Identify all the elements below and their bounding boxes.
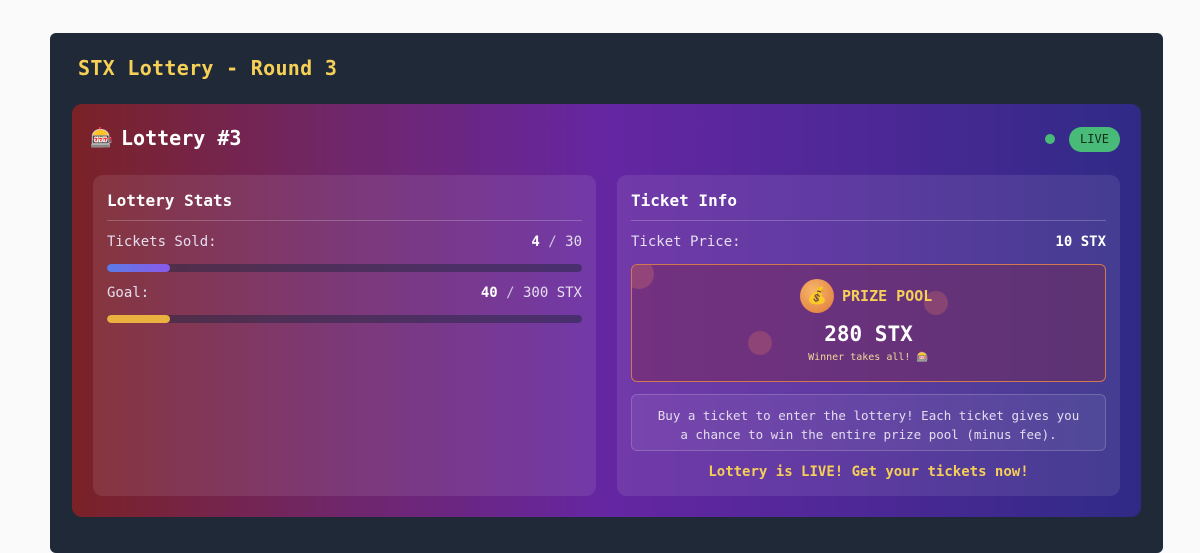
slot-machine-icon: 🎰	[90, 127, 114, 149]
lottery-app: STX Lottery - Round 3 🎰 Lottery #3 LIVE …	[50, 33, 1163, 553]
money-bag-icon: 💰	[800, 279, 834, 313]
stats-title: Lottery Stats	[107, 191, 233, 210]
lottery-info-text: Buy a ticket to enter the lottery! Each …	[631, 394, 1106, 451]
tickets-sold-label: Tickets Sold:	[107, 234, 217, 250]
tickets-sold-count: 4	[531, 234, 540, 250]
lottery-stats-panel: Lottery Stats Tickets Sold: 4 / 30 Goal:…	[93, 175, 596, 496]
lottery-title: Lottery #3	[121, 126, 242, 150]
goal-total: 300 STX	[522, 285, 582, 301]
prize-pool-amount: 280 STX	[824, 322, 913, 346]
divider	[107, 220, 582, 221]
goal-progress-fill	[107, 315, 171, 323]
goal-label: Goal:	[107, 285, 150, 301]
prize-pool-label: PRIZE POOL	[842, 287, 933, 305]
ticket-price-label: Ticket Price:	[631, 234, 741, 250]
divider	[631, 220, 1106, 221]
page-title: STX Lottery - Round 3	[78, 56, 338, 80]
tickets-total: 30	[565, 234, 582, 250]
tickets-sold-row: Tickets Sold: 4 / 30	[107, 234, 582, 250]
goal-row: Goal: 40 / 300 STX	[107, 285, 582, 301]
goal-separator: /	[506, 285, 515, 301]
ticket-price-value: 10 STX	[1055, 234, 1106, 250]
tickets-progress-bar	[107, 264, 582, 272]
ticket-price-row: Ticket Price: 10 STX	[631, 234, 1106, 250]
ticket-info-title: Ticket Info	[631, 191, 737, 210]
goal-value: 40 / 300 STX	[481, 285, 582, 301]
decor-bubble	[632, 265, 654, 289]
tickets-sold-value: 4 / 30	[531, 234, 582, 250]
tickets-progress-fill	[107, 264, 171, 272]
ticket-info-panel: Ticket Info Ticket Price: 10 STX 💰 PRIZE…	[617, 175, 1120, 496]
status-badge: LIVE	[1069, 127, 1120, 152]
goal-progress-bar	[107, 315, 582, 323]
ticket-price-wrap: 10 STX	[1055, 234, 1106, 250]
lottery-card: 🎰 Lottery #3 LIVE Lottery Stats Tickets …	[72, 104, 1141, 517]
prize-pool-subtitle: Winner takes all! 🎰	[808, 352, 929, 363]
goal-current: 40	[480, 285, 498, 301]
live-indicator-dot	[1045, 134, 1055, 144]
prize-pool-box: 💰 PRIZE POOL 280 STX Winner takes all! 🎰	[631, 264, 1106, 382]
tickets-separator: /	[548, 234, 557, 250]
live-status-message: Lottery is LIVE! Get your tickets now!	[708, 464, 1029, 480]
